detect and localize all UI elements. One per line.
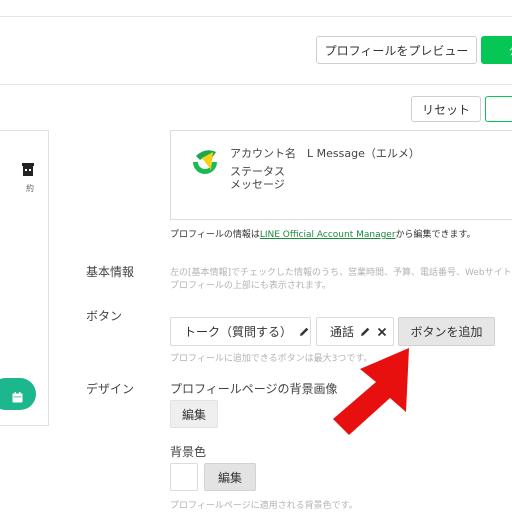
header-divider bbox=[0, 16, 512, 17]
red-arrow-annotation bbox=[318, 340, 428, 440]
background-color-title: 背景色 bbox=[170, 445, 207, 459]
talk-button-chip[interactable]: トーク（質問する） bbox=[170, 317, 311, 346]
line-oam-link[interactable]: LINE Official Account Manager bbox=[260, 230, 396, 240]
buttons-section-label: ボタン bbox=[86, 309, 123, 323]
pencil-icon[interactable] bbox=[299, 326, 310, 337]
toolbar-divider bbox=[0, 84, 512, 85]
call-button-label: 通話 bbox=[330, 325, 355, 339]
preview-profile-button[interactable]: プロフィールをプレビュー bbox=[316, 36, 477, 64]
account-logo-icon bbox=[188, 144, 222, 178]
account-name-label: アカウント名 bbox=[230, 147, 296, 160]
background-color-hint: プロフィールページに適用される背景色です。 bbox=[170, 501, 358, 511]
talk-button-label: トーク（質問する） bbox=[184, 325, 293, 339]
background-color-swatch[interactable] bbox=[170, 463, 198, 491]
secondary-action-button[interactable] bbox=[485, 96, 512, 122]
close-icon[interactable] bbox=[377, 327, 387, 337]
account-name-value: L Message（エルメ） bbox=[307, 147, 420, 160]
save-button[interactable]: 公 bbox=[481, 36, 512, 64]
background-image-title: プロフィールページの背景画像 bbox=[170, 382, 338, 396]
basic-info-description-1: 左の[基本情報]でチェックした情報のうち、営業時間、予算、電話番号、Webサイト bbox=[170, 268, 512, 278]
basic-info-description-2: プロフィールの上部にも表示されます。 bbox=[170, 281, 331, 291]
profile-info-note: プロフィールの情報はLINE Official Account Managerか… bbox=[170, 230, 476, 240]
basic-info-label: 基本情報 bbox=[86, 265, 135, 279]
design-section-label: デザイン bbox=[86, 382, 135, 396]
background-color-edit-button[interactable]: 編集 bbox=[204, 463, 256, 491]
reset-button[interactable]: リセット bbox=[411, 96, 481, 122]
building-icon bbox=[22, 162, 34, 176]
background-image-edit-button[interactable]: 編集 bbox=[170, 400, 218, 428]
status-message-label-line2: メッセージ bbox=[230, 178, 285, 191]
pencil-icon[interactable] bbox=[360, 326, 371, 337]
calendar-icon bbox=[12, 388, 23, 403]
sidebar-caption: 約 bbox=[26, 184, 34, 193]
